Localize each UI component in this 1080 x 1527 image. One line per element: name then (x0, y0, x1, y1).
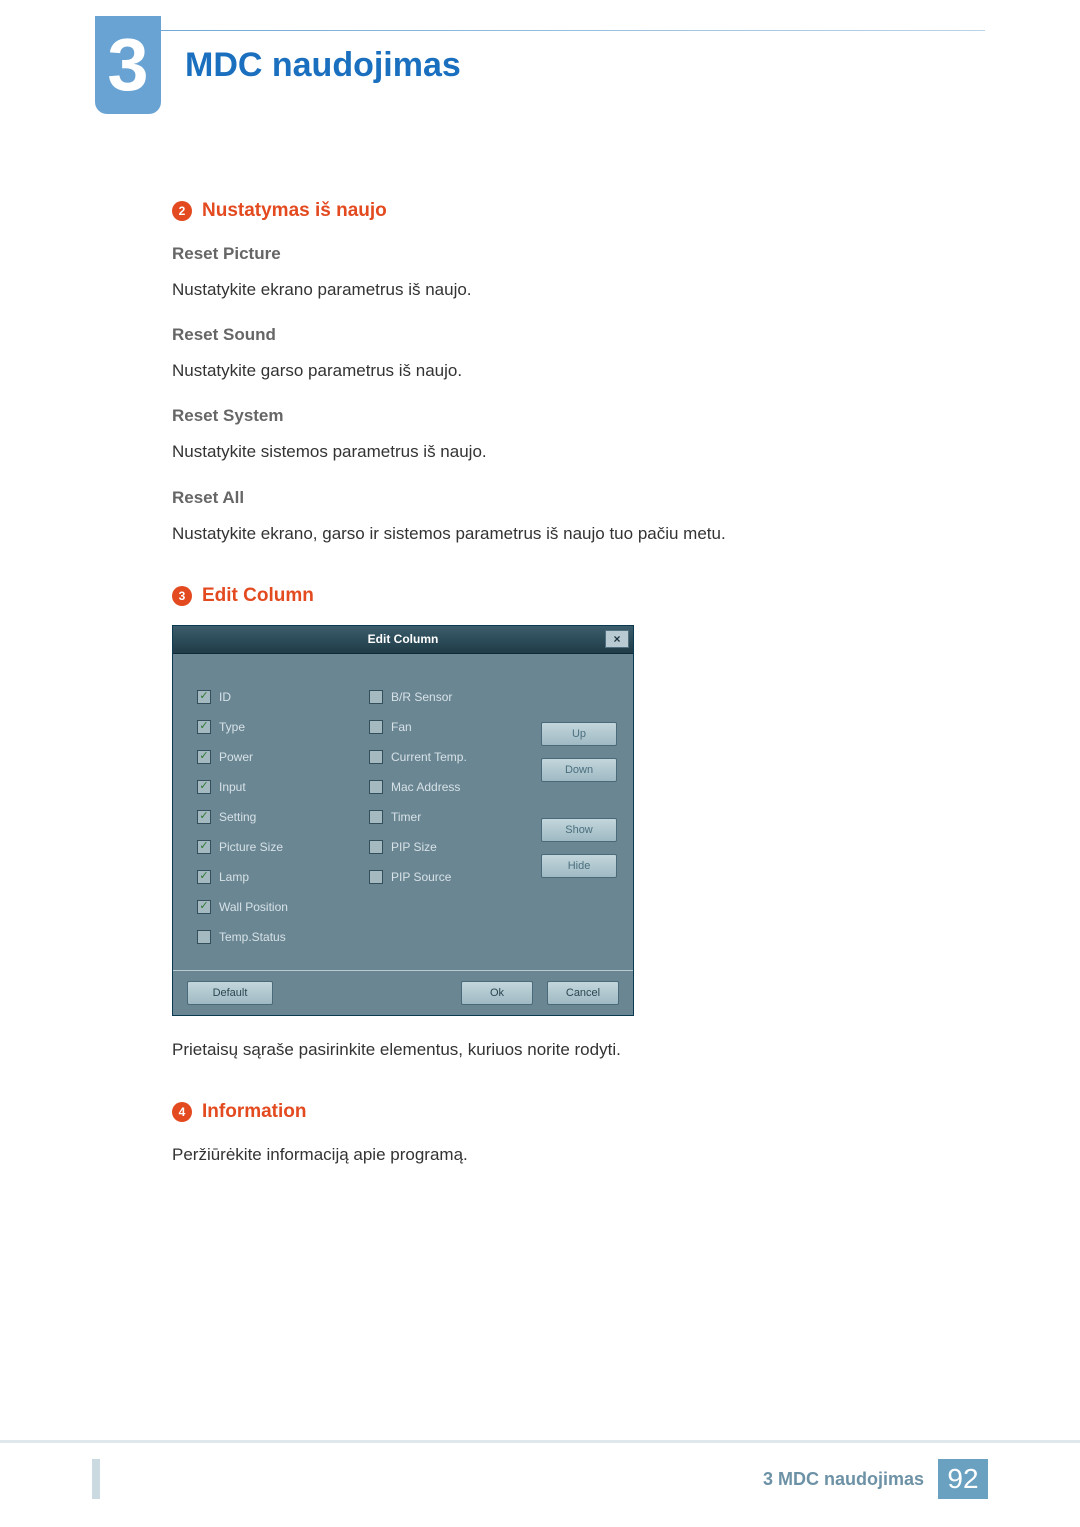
item-title: Reset System (172, 406, 958, 426)
section-information: 4 Information (172, 1101, 958, 1123)
default-button[interactable]: Default (187, 981, 273, 1005)
show-button[interactable]: Show (541, 818, 617, 842)
item-text: Nustatykite sistemos parametrus iš naujo… (172, 438, 958, 465)
checkbox-setting[interactable]: ✓ Setting (197, 802, 365, 832)
badge-2: 2 (172, 201, 192, 221)
checkbox-column-1: ✓ ID ✓ Type ✓ Power ✓ Input ✓ Setting ✓ Pictur… (197, 682, 365, 952)
check-icon: ✓ (197, 780, 211, 794)
checkbox-label: Lamp (219, 870, 249, 884)
check-icon: ✓ (197, 870, 211, 884)
page-title: MDC naudojimas (185, 46, 461, 85)
checkbox-pip-size[interactable]: ✓ PIP Size (369, 832, 537, 862)
check-icon: ✓ (369, 690, 383, 704)
footer-rule (0, 1440, 1080, 1443)
checkbox-column-2: ✓ B/R Sensor ✓ Fan ✓ Current Temp. ✓ Mac Add… (369, 682, 537, 952)
checkbox-label: Timer (391, 810, 421, 824)
hide-button[interactable]: Hide (541, 854, 617, 878)
edit-column-caption: Prietaisų sąraše pasirinkite elementus, … (172, 1036, 958, 1063)
checkbox-label: ID (219, 690, 231, 704)
checkbox-mac-address[interactable]: ✓ Mac Address (369, 772, 537, 802)
checkbox-label: Mac Address (391, 780, 460, 794)
dialog-title: Edit Column (368, 632, 439, 646)
close-button[interactable]: × (605, 630, 629, 648)
check-icon: ✓ (197, 720, 211, 734)
item-text: Nustatykite ekrano parametrus iš naujo. (172, 276, 958, 303)
up-button[interactable]: Up (541, 722, 617, 746)
checkbox-power[interactable]: ✓ Power (197, 742, 365, 772)
badge-4: 4 (172, 1102, 192, 1122)
checkbox-temp-status[interactable]: ✓ Temp.Status (197, 922, 365, 952)
check-icon: ✓ (197, 840, 211, 854)
section-nustatymas: 2 Nustatymas iš naujo (172, 200, 958, 222)
check-icon: ✓ (197, 690, 211, 704)
checkbox-id[interactable]: ✓ ID (197, 682, 365, 712)
section-title-2: Nustatymas iš naujo (202, 200, 387, 222)
checkbox-label: Power (219, 750, 253, 764)
checkbox-fan[interactable]: ✓ Fan (369, 712, 537, 742)
checkbox-wall-position[interactable]: ✓ Wall Position (197, 892, 365, 922)
information-text: Peržiūrėkite informaciją apie programą. (172, 1141, 958, 1168)
checkbox-label: Fan (391, 720, 412, 734)
checkbox-label: Type (219, 720, 245, 734)
chapter-badge: 3 (95, 16, 161, 114)
check-icon: ✓ (369, 810, 383, 824)
section-title-3: Edit Column (202, 585, 314, 607)
checkbox-pip-source[interactable]: ✓ PIP Source (369, 862, 537, 892)
check-icon: ✓ (369, 870, 383, 884)
item-title: Reset All (172, 488, 958, 508)
footer-left-stripe (92, 1459, 100, 1499)
checkbox-current-temp[interactable]: ✓ Current Temp. (369, 742, 537, 772)
checkbox-label: Temp.Status (219, 930, 286, 944)
checkbox-lamp[interactable]: ✓ Lamp (197, 862, 365, 892)
check-icon: ✓ (369, 750, 383, 764)
check-icon: ✓ (197, 810, 211, 824)
edit-column-dialog-figure: Edit Column × ✓ ID ✓ Type ✓ Power ✓ Input ✓ S… (172, 625, 634, 1016)
check-icon: ✓ (369, 840, 383, 854)
edit-column-dialog: Edit Column × ✓ ID ✓ Type ✓ Power ✓ Input ✓ S… (172, 625, 634, 1016)
section-edit-column: 3 Edit Column (172, 585, 958, 607)
checkbox-label: B/R Sensor (391, 690, 452, 704)
checkbox-label: Wall Position (219, 900, 288, 914)
item-title: Reset Sound (172, 325, 958, 345)
item-text: Nustatykite ekrano, garso ir sistemos pa… (172, 520, 958, 547)
checkbox-label: Setting (219, 810, 256, 824)
section-title-4: Information (202, 1101, 307, 1123)
check-icon: ✓ (369, 720, 383, 734)
badge-3: 3 (172, 586, 192, 606)
item-text: Nustatykite garso parametrus iš naujo. (172, 357, 958, 384)
checkbox-label: PIP Size (391, 840, 437, 854)
ok-button[interactable]: Ok (461, 981, 533, 1005)
checkbox-label: PIP Source (391, 870, 451, 884)
page-footer: 3 MDC naudojimas 92 (763, 1459, 988, 1499)
checkbox-picture-size[interactable]: ✓ Picture Size (197, 832, 365, 862)
check-icon: ✓ (197, 900, 211, 914)
cancel-button[interactable]: Cancel (547, 981, 619, 1005)
dialog-footer: Default Ok Cancel (173, 970, 633, 1015)
checkbox-label: Input (219, 780, 246, 794)
footer-text: 3 MDC naudojimas (763, 1469, 924, 1490)
checkbox-type[interactable]: ✓ Type (197, 712, 365, 742)
down-button[interactable]: Down (541, 758, 617, 782)
check-icon: ✓ (197, 750, 211, 764)
dialog-titlebar: Edit Column × (173, 626, 633, 654)
checkbox-input[interactable]: ✓ Input (197, 772, 365, 802)
item-title: Reset Picture (172, 244, 958, 264)
dialog-side-buttons: Up Down Show Hide (541, 682, 617, 952)
checkbox-br-sensor[interactable]: ✓ B/R Sensor (369, 682, 537, 712)
check-icon: ✓ (369, 780, 383, 794)
checkbox-timer[interactable]: ✓ Timer (369, 802, 537, 832)
top-rule (95, 30, 985, 31)
checkbox-label: Picture Size (219, 840, 283, 854)
page-number: 92 (938, 1459, 988, 1499)
check-icon: ✓ (197, 930, 211, 944)
checkbox-label: Current Temp. (391, 750, 467, 764)
